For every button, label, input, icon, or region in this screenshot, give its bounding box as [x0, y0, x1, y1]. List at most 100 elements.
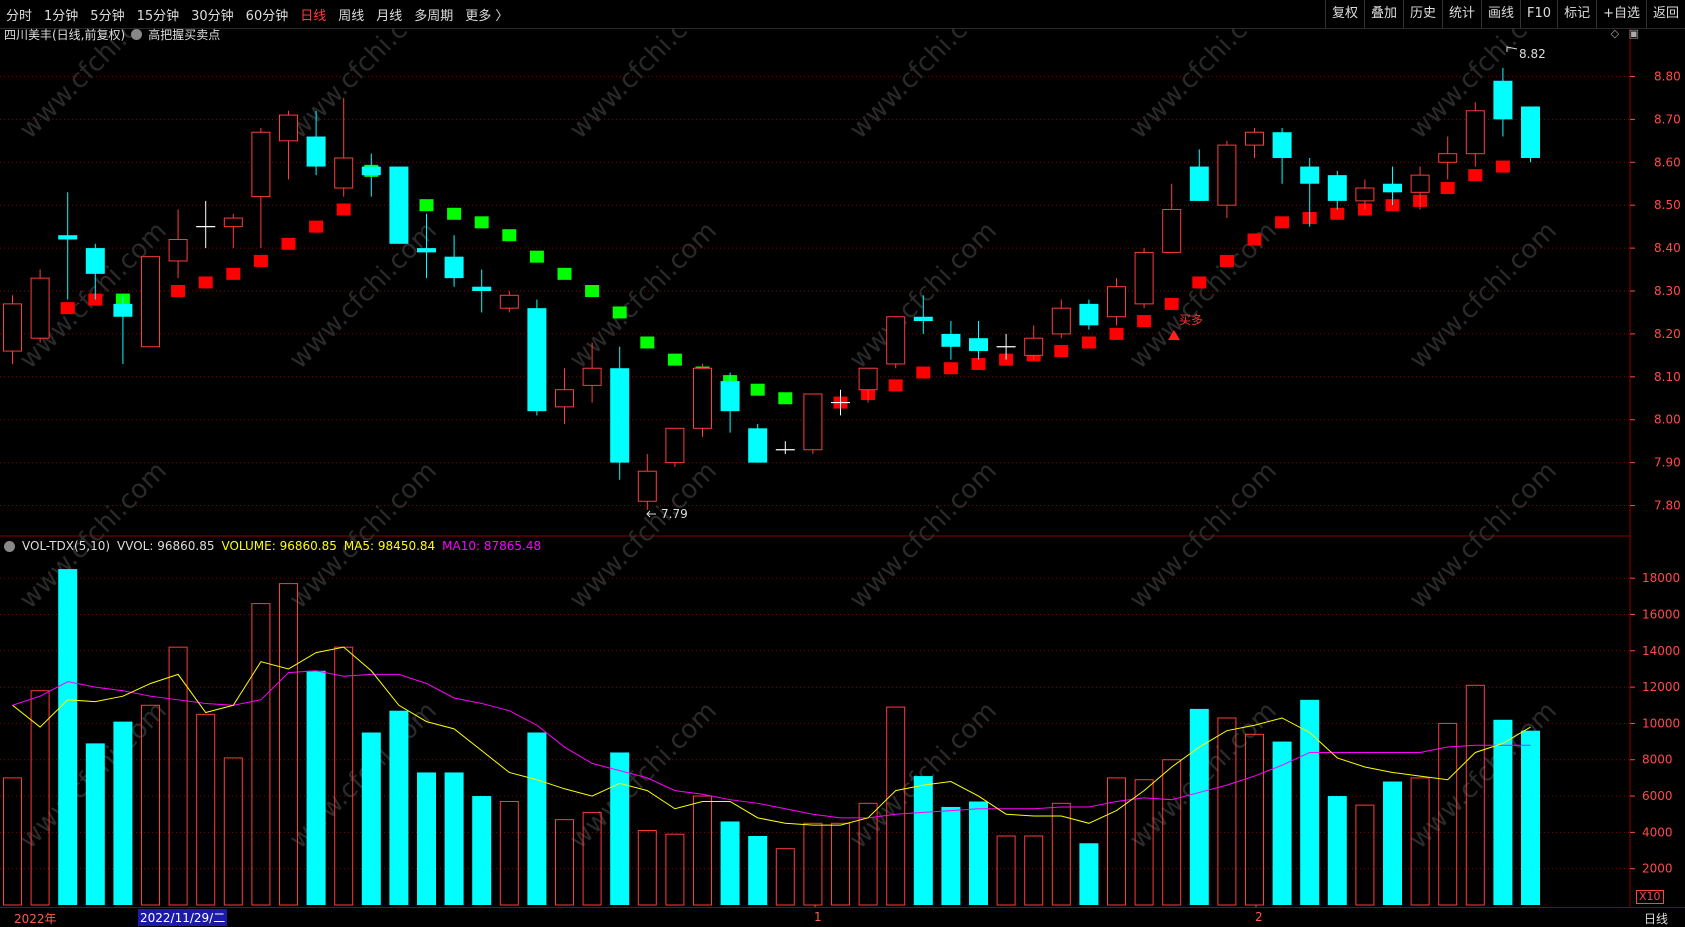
volume-bar-39: [1079, 843, 1099, 905]
candle-body-39: [1079, 303, 1099, 326]
sar-marker-53: [1468, 169, 1483, 182]
volume-bar-4: [113, 721, 133, 905]
period-tab-2[interactable]: 5分钟: [84, 5, 130, 24]
tool-button-7[interactable]: +自选: [1596, 0, 1646, 28]
period-tab-6[interactable]: 日线: [294, 5, 332, 24]
panel-menu-icon[interactable]: ▣: [1629, 27, 1639, 40]
candle-body-35: [969, 338, 988, 352]
sar-marker-44: [1219, 254, 1234, 267]
candle-13: [361, 153, 381, 197]
tool-button-4[interactable]: 画线: [1481, 0, 1520, 28]
volume-bar-0: [3, 777, 22, 906]
candlesticks: [3, 67, 1540, 510]
candle-body-52: [1438, 153, 1458, 163]
buy-signal-label: 买多: [1179, 313, 1203, 327]
candle-12: [334, 97, 354, 197]
period-tab-5[interactable]: 60分钟: [240, 5, 295, 24]
candle-18: [499, 291, 519, 313]
candle-body-19: [527, 308, 547, 412]
candle-body-13: [361, 166, 381, 176]
candle-24: [665, 427, 685, 467]
tool-button-0[interactable]: 复权: [1324, 0, 1364, 28]
volume-tick-label-4: 10000: [1642, 716, 1680, 730]
sar-marker-28: [778, 392, 793, 405]
period-tab-8[interactable]: 月线: [370, 5, 408, 24]
volume-bar-46: [1272, 741, 1292, 905]
volume-bar-25: [693, 795, 712, 906]
watermark-5: www.cfchi.com: [1404, 216, 1563, 375]
candle-52: [1438, 136, 1458, 180]
candle-22: [610, 346, 630, 480]
volume-bar-26: [720, 821, 740, 905]
sar-marker-12: [336, 203, 351, 216]
tool-button-5[interactable]: F10: [1520, 0, 1557, 28]
period-tabs: 分时 1分钟 5分钟 15分钟 30分钟 60分钟 日线 周线 月线 多周期 更多 〉: [0, 0, 514, 28]
chart-canvas[interactable]: www.cfchi.com www.cfchi.com www.cfchi.com w…: [0, 0, 1685, 926]
volume-tick-label-7: 4000: [1642, 825, 1673, 839]
volume-bar-10: [279, 583, 298, 906]
period-tab-9[interactable]: 多周期: [408, 5, 459, 24]
candle-body-29: [803, 393, 823, 451]
volume-bar-9: [251, 603, 271, 906]
candle-body-0: [3, 303, 22, 352]
price-tick-label-10: 7.80: [1654, 499, 1681, 513]
candle-body-23: [637, 470, 657, 502]
volume-bar-48: [1327, 796, 1347, 905]
period-tab-4[interactable]: 30分钟: [185, 5, 240, 24]
candle-body-54: [1493, 80, 1513, 120]
candle-8: [223, 213, 243, 249]
watermark-13: www.cfchi.com: [284, 456, 443, 615]
candle-body-16: [444, 256, 464, 279]
period-toolbar: 分时 1分钟 5分钟 15分钟 30分钟 60分钟 日线 周线 月线 多周期 更多 〉 复权 叠加 历史…: [0, 0, 1685, 29]
watermarks: www.cfchi.com www.cfchi.com www.cfchi.com w…: [14, 0, 1563, 855]
period-tab-0[interactable]: 分时: [0, 5, 38, 24]
sar-marker-11: [309, 220, 324, 233]
low-price-label: 7.79: [661, 507, 688, 521]
sar-marker-54: [1495, 160, 1510, 173]
candle-43: [1189, 149, 1209, 201]
volume-bar-15: [417, 772, 436, 905]
tool-button-1[interactable]: 叠加: [1363, 0, 1403, 28]
volume-bar-2: [58, 569, 78, 905]
tool-button-6[interactable]: 标记: [1557, 0, 1596, 28]
sar-marker-6: [171, 285, 186, 297]
tool-button-8[interactable]: 返回: [1645, 0, 1685, 28]
candle-35: [969, 321, 988, 360]
period-tab-7[interactable]: 周线: [332, 5, 370, 24]
volume-toggle-icon[interactable]: [4, 540, 15, 552]
volume-bar-6: [168, 646, 188, 906]
tool-button-2[interactable]: 历史: [1402, 0, 1442, 28]
sar-marker-18: [502, 229, 517, 242]
volume-bar-22: [610, 752, 630, 905]
candle-14: [389, 166, 409, 244]
period-tab-1[interactable]: 1分钟: [38, 5, 84, 24]
candle-body-32: [886, 316, 906, 365]
period-tab-3[interactable]: 15分钟: [131, 5, 186, 24]
volume-bar-36: [996, 835, 1016, 906]
candle-body-6: [168, 239, 188, 262]
volume-indicator-name[interactable]: VOL-TDX(5,10): [22, 539, 110, 553]
volume-bar-17: [472, 796, 492, 905]
volume-bar-40: [1107, 777, 1126, 906]
volume-tick-label-1: 16000: [1642, 607, 1680, 621]
sar-marker-24: [667, 353, 682, 366]
candle-5: [141, 256, 160, 348]
tool-buttons: 复权 叠加 历史 统计 画线 F10 标记 +自选 返回: [1324, 0, 1685, 28]
indicator-name[interactable]: 高把握买卖点: [148, 26, 220, 43]
volume-bar-29: [803, 822, 823, 906]
year-label: 2022年: [14, 912, 57, 926]
candle-body-34: [941, 333, 961, 347]
sar-marker-43: [1192, 276, 1207, 289]
period-tab-10[interactable]: 更多 〉: [459, 5, 514, 24]
tool-button-3[interactable]: 统计: [1442, 0, 1481, 28]
candle-25: [693, 363, 712, 437]
indicator-toggle-icon[interactable]: [131, 29, 143, 40]
month-label-2: 2: [1255, 910, 1263, 924]
candle-body-46: [1272, 132, 1292, 158]
stock-title: 四川美丰(日线,前复权): [4, 28, 126, 42]
diamond-icon[interactable]: ◇: [1611, 27, 1619, 40]
time-axis-bar: 2022年 2022/11/29/二 1 2 日线: [0, 907, 1685, 927]
candle-26: [720, 372, 740, 433]
volume-bar-11: [306, 670, 326, 905]
candle-body-43: [1189, 166, 1209, 201]
